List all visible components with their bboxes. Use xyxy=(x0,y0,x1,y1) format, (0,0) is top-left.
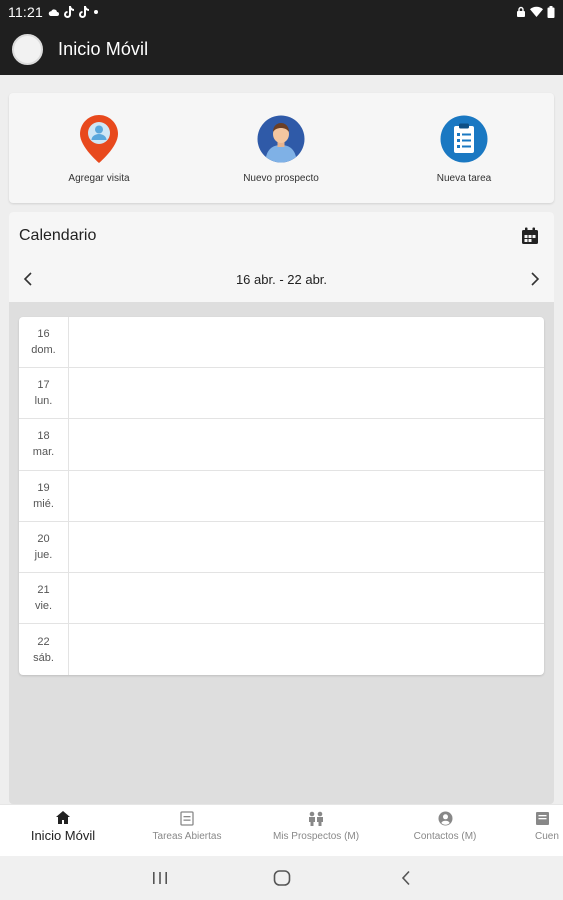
home-icon xyxy=(56,811,70,824)
day-events[interactable] xyxy=(69,522,544,572)
new-prospect-button[interactable]: Nuevo prospecto xyxy=(211,113,351,184)
nav-label: Cuen xyxy=(535,831,559,842)
status-bar: 11:21 xyxy=(0,0,563,23)
add-visit-button[interactable]: Agregar visita xyxy=(29,113,169,184)
avatar[interactable] xyxy=(12,33,43,65)
day-label: 16 dom. xyxy=(19,317,69,368)
dot-icon xyxy=(94,9,98,14)
day-name: vie. xyxy=(34,600,53,613)
day-row[interactable]: 16 dom. xyxy=(19,317,544,369)
nav-label: Contactos (M) xyxy=(413,831,477,842)
day-row[interactable]: 17 lun. xyxy=(19,368,544,420)
new-task-label: Nueva tarea xyxy=(436,173,492,184)
wifi-icon xyxy=(530,6,543,17)
day-label: 22 sáb. xyxy=(19,624,69,675)
new-task-button[interactable]: Nueva tarea xyxy=(394,113,534,184)
day-name: mié. xyxy=(33,497,54,510)
clipboard-icon xyxy=(438,113,490,165)
calendar-card: Calendario 16 abr. - 22 abr. 16 dom. 17 … xyxy=(9,212,554,804)
tiktok-icon xyxy=(79,5,89,18)
day-row[interactable]: 19 mié. xyxy=(19,470,544,522)
day-number: 20 xyxy=(37,532,50,545)
status-time: 11:21 xyxy=(8,3,43,20)
day-name: lun. xyxy=(34,395,53,408)
day-name: mar. xyxy=(32,446,55,459)
day-events[interactable] xyxy=(69,317,544,367)
cloud-icon xyxy=(48,8,59,16)
quick-actions-card: Agregar visita Nuevo prospecto Nueva tar… xyxy=(9,93,554,203)
battery-icon xyxy=(547,5,555,18)
lock-icon xyxy=(517,6,525,17)
tiktok-icon xyxy=(64,5,74,18)
day-row[interactable]: 22 sáb. xyxy=(19,624,544,675)
calendar-header: Calendario 16 abr. - 22 abr. xyxy=(9,212,554,302)
nav-item-tareas-abiertas[interactable]: Tareas Abiertas xyxy=(127,811,247,842)
day-number: 16 xyxy=(37,328,50,341)
contact-icon xyxy=(438,811,452,826)
day-events[interactable] xyxy=(69,419,544,469)
day-events[interactable] xyxy=(69,573,544,623)
day-events[interactable] xyxy=(69,624,544,675)
day-events[interactable] xyxy=(69,368,544,418)
status-icons-left xyxy=(48,5,99,18)
day-name: jue. xyxy=(34,548,53,561)
nav-item-mis-prospectos[interactable]: Mis Prospectos (M) xyxy=(256,811,376,842)
day-label: 19 mié. xyxy=(19,470,69,521)
people-icon xyxy=(309,811,323,826)
nav-item-cuentas[interactable]: Cuen xyxy=(535,811,563,842)
recents-icon[interactable] xyxy=(150,869,170,887)
day-label: 21 vie. xyxy=(19,572,69,624)
day-number: 17 xyxy=(37,379,50,392)
back-icon[interactable] xyxy=(396,869,416,887)
new-prospect-label: Nuevo prospecto xyxy=(243,173,319,184)
week-navigator: 16 abr. - 22 abr. xyxy=(9,264,554,294)
nav-item-inicio-movil[interactable]: Inicio Móvil xyxy=(3,811,123,843)
day-events[interactable] xyxy=(69,471,544,521)
day-number: 18 xyxy=(37,430,50,443)
system-navigation-bar xyxy=(0,856,563,900)
day-number: 22 xyxy=(37,635,50,648)
week-days-list: 16 dom. 17 lun. 18 mar. 19 mié. 20 jue. … xyxy=(19,317,544,675)
day-label: 18 mar. xyxy=(19,419,69,470)
tasks-icon xyxy=(180,811,194,826)
home-circle-icon[interactable] xyxy=(272,869,292,887)
day-row[interactable]: 21 vie. xyxy=(19,572,544,625)
day-label: 17 lun. xyxy=(19,368,69,419)
next-week-chevron-icon[interactable] xyxy=(526,270,544,288)
day-number: 21 xyxy=(37,584,50,597)
day-label: 20 jue. xyxy=(19,521,69,572)
previous-week-chevron-icon[interactable] xyxy=(19,270,37,288)
page-title: Inicio Móvil xyxy=(58,38,149,59)
day-name: dom. xyxy=(31,344,56,357)
week-range: 16 abr. - 22 abr. xyxy=(235,271,328,287)
calendar-icon[interactable] xyxy=(521,227,539,250)
nav-label: Mis Prospectos (M) xyxy=(272,831,360,842)
status-icons-right xyxy=(516,5,555,18)
day-name: sáb. xyxy=(33,651,54,664)
day-row[interactable]: 20 jue. xyxy=(19,521,544,573)
person-icon xyxy=(255,113,307,165)
account-icon xyxy=(536,812,549,825)
calendar-title: Calendario xyxy=(19,227,97,244)
app-bar: Inicio Móvil xyxy=(0,23,563,75)
day-row[interactable]: 18 mar. xyxy=(19,419,544,471)
day-number: 19 xyxy=(37,481,50,494)
nav-label: Tareas Abiertas xyxy=(152,831,222,842)
nav-label: Inicio Móvil xyxy=(30,828,96,843)
add-visit-label: Agregar visita xyxy=(68,173,130,184)
nav-item-contactos[interactable]: Contactos (M) xyxy=(385,811,505,842)
location-pin-icon xyxy=(73,113,125,165)
bottom-navigation: Inicio Móvil Tareas Abiertas Mis Prospec… xyxy=(0,804,563,856)
